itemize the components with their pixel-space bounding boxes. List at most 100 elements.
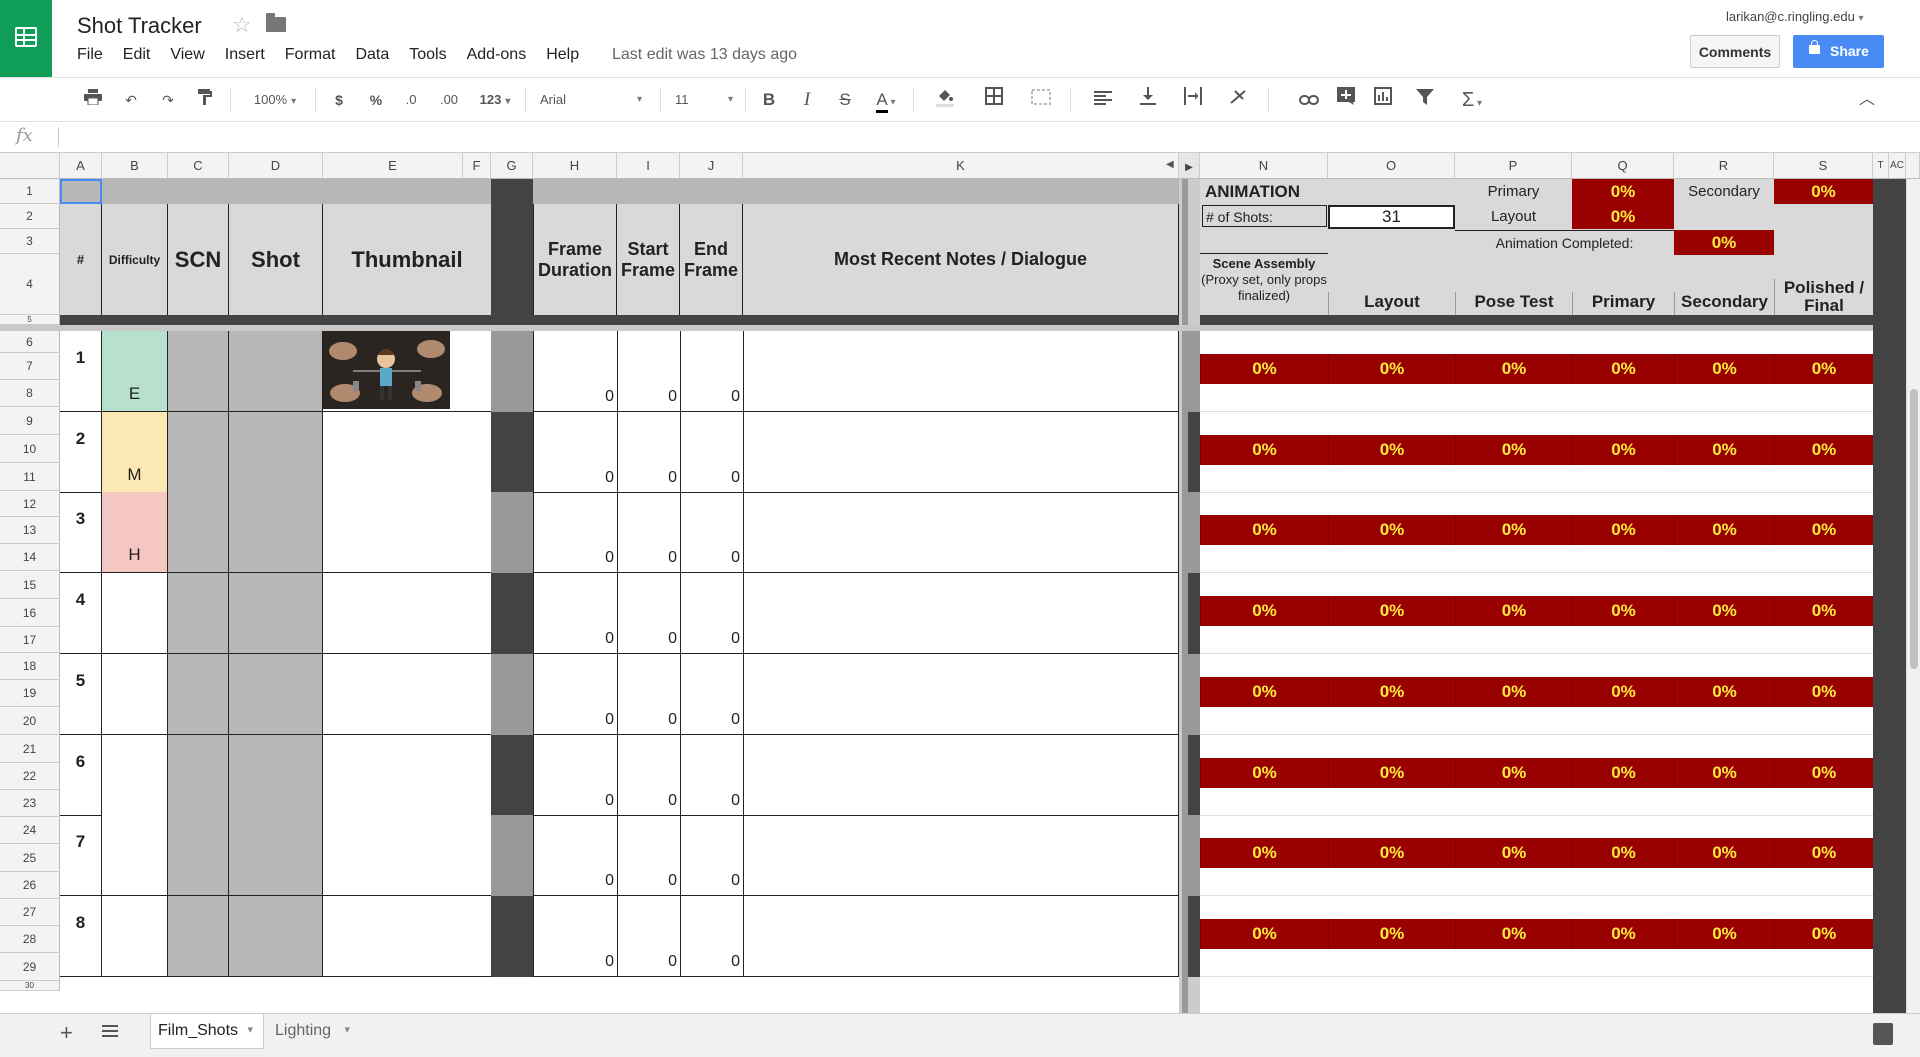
percent-format-button[interactable]: % [365,87,387,113]
sheet-tab-film-shots[interactable]: Film_Shots ▾ [150,1014,264,1049]
column-header[interactable]: Q [1572,153,1674,179]
frame-duration-cell[interactable]: 0 [533,735,617,815]
filter-icon[interactable] [1407,87,1443,113]
column-header[interactable]: ▶ [1179,153,1200,179]
shot-cell[interactable] [229,815,323,895]
row-header[interactable]: 7 [0,353,60,380]
thumbnail-cell[interactable] [323,735,491,815]
currency-format-button[interactable]: $ [328,87,350,113]
folder-icon[interactable] [266,13,286,32]
shot-number[interactable]: 2 [60,412,102,493]
row-header[interactable]: 23 [0,790,60,817]
text-rotation-icon[interactable] [1220,87,1258,113]
row-header[interactable]: 12 [0,491,60,517]
account-email[interactable]: larikan@c.ringling.edu ▾ [1726,9,1863,24]
decrease-decimal-button[interactable]: .0 [398,87,424,113]
shot-number[interactable]: 3 [60,492,102,573]
frame-duration-cell[interactable]: 0 [533,654,617,734]
start-frame-cell[interactable]: 0 [617,573,680,653]
thumbnail-cell[interactable] [323,492,491,572]
font-family-select[interactable]: Arial ▾ [540,87,648,113]
shot-number[interactable]: 8 [60,896,102,977]
row-header[interactable]: 8 [0,380,60,407]
thumbnail-cell[interactable] [323,815,491,895]
shot-cell[interactable] [229,896,323,976]
shot-number[interactable]: 1 [60,331,102,412]
menu-help[interactable]: Help [546,46,579,64]
end-frame-cell[interactable]: 0 [680,896,743,976]
row-header[interactable]: 21 [0,735,60,763]
italic-button[interactable]: I [795,87,819,113]
vertical-scrollbar[interactable] [1906,179,1920,1013]
shot-number[interactable]: 5 [60,654,102,735]
scn-cell[interactable] [168,573,229,653]
end-frame-cell[interactable]: 0 [680,815,743,895]
horizontal-align-icon[interactable] [1085,87,1121,113]
difficulty-cell[interactable]: M [102,412,168,492]
collapse-toolbar-icon[interactable]: ︿ [1854,87,1880,113]
difficulty-cell[interactable] [102,815,168,895]
thumbnail-cell[interactable] [323,654,491,734]
frame-duration-cell[interactable]: 0 [533,331,617,411]
insert-comment-icon[interactable] [1333,87,1359,113]
row-header[interactable]: 11 [0,463,60,491]
row-header[interactable]: 6 [0,331,60,353]
print-icon[interactable] [80,87,106,113]
difficulty-cell[interactable] [102,654,168,734]
column-header[interactable]: P [1455,153,1572,179]
scn-cell[interactable] [168,331,229,411]
row-header[interactable]: 28 [0,926,60,953]
scn-cell[interactable] [168,654,229,734]
scn-cell[interactable] [168,815,229,895]
column-header[interactable]: C [168,153,229,179]
row-header[interactable]: 2 [0,204,60,229]
paint-format-icon[interactable] [192,87,218,113]
column-header[interactable]: N [1200,153,1328,179]
difficulty-cell[interactable] [102,573,168,653]
menu-tools[interactable]: Tools [409,46,446,64]
column-header[interactable]: E [323,153,463,179]
sheet-tab-lighting[interactable]: Lighting ▾ [268,1014,360,1049]
strikethrough-button[interactable]: S [833,87,857,113]
row-header[interactable]: 24 [0,817,60,844]
all-sheets-icon[interactable] [102,1025,118,1037]
notes-cell[interactable] [743,573,1179,653]
thumbnail-cell[interactable] [323,896,491,976]
frame-duration-cell[interactable]: 0 [533,815,617,895]
start-frame-cell[interactable]: 0 [617,654,680,734]
last-edit-status[interactable]: Last edit was 13 days ago [612,46,797,64]
row-header[interactable]: 17 [0,627,60,653]
row-header[interactable]: 13 [0,517,60,544]
frame-duration-cell[interactable]: 0 [533,896,617,976]
menu-format[interactable]: Format [285,46,336,64]
column-header[interactable]: A [60,153,102,179]
row-header[interactable]: 20 [0,707,60,735]
scn-cell[interactable] [168,412,229,492]
thumbnail-image[interactable] [323,331,450,409]
column-header[interactable]: F [463,153,491,179]
start-frame-cell[interactable]: 0 [617,896,680,976]
column-header[interactable]: J [680,153,743,179]
vertical-align-icon[interactable] [1130,87,1166,113]
comments-button[interactable]: Comments [1690,35,1780,68]
difficulty-cell[interactable]: E [102,331,168,411]
shot-cell[interactable] [229,654,323,734]
shot-number[interactable]: 7 [60,815,102,896]
undo-icon[interactable]: ↶ [118,87,144,113]
row-header[interactable]: 25 [0,844,60,872]
row-header[interactable]: 15 [0,571,60,599]
add-sheet-icon[interactable]: + [60,1020,73,1046]
start-frame-cell[interactable]: 0 [617,412,680,492]
row-header[interactable]: 10 [0,435,60,463]
row-header[interactable]: 27 [0,899,60,926]
start-frame-cell[interactable]: 0 [617,492,680,572]
share-button[interactable]: Share [1793,35,1884,68]
shot-cell[interactable] [229,492,323,572]
row-header[interactable]: 1 [0,179,60,204]
start-frame-cell[interactable]: 0 [617,331,680,411]
bold-button[interactable]: B [757,87,781,113]
end-frame-cell[interactable]: 0 [680,412,743,492]
frame-duration-cell[interactable]: 0 [533,573,617,653]
menu-data[interactable]: Data [355,46,389,64]
notes-cell[interactable] [743,896,1179,976]
